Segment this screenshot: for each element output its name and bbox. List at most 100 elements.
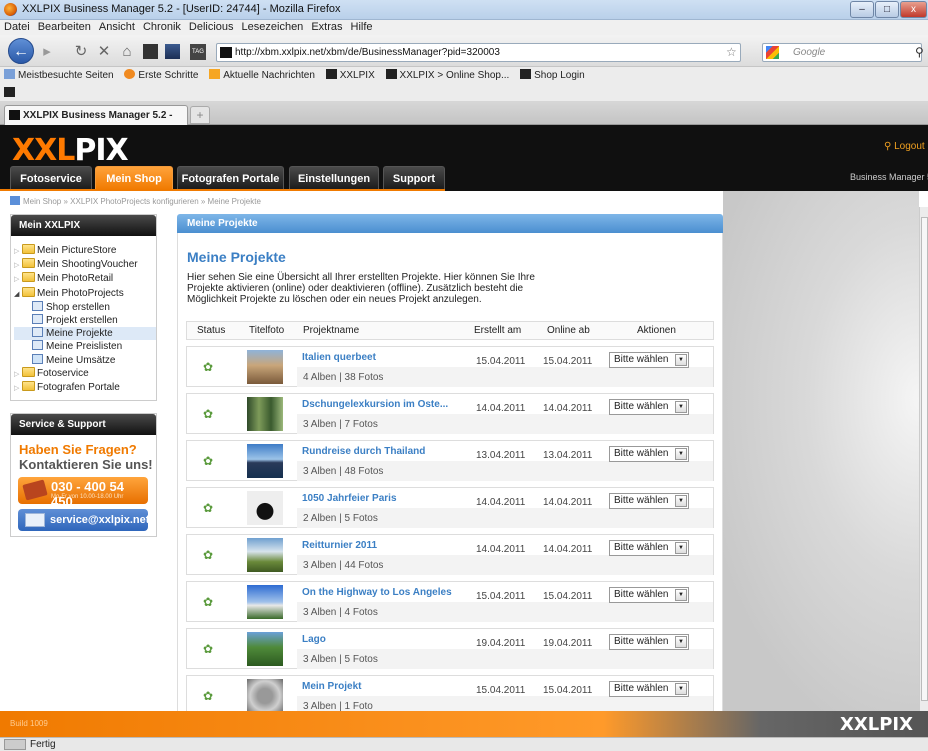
scrollbar[interactable] <box>919 207 928 711</box>
status-leaf-icon[interactable]: ✿ <box>203 455 217 467</box>
action-select[interactable]: Bitte wählen ▼ <box>609 681 689 697</box>
addon-icon[interactable] <box>4 87 15 97</box>
menu-ansicht[interactable]: Ansicht <box>95 20 139 33</box>
menu-delicious[interactable]: Delicious <box>185 20 238 33</box>
action-select[interactable]: Bitte wählen ▼ <box>609 587 689 603</box>
star-bookmark-icon[interactable]: ☆ <box>726 45 737 59</box>
tab-fotografen-portale[interactable]: Fotografen Portale <box>177 166 284 190</box>
chevron-down-icon[interactable]: ▼ <box>675 636 687 648</box>
project-name-link[interactable]: Reitturnier 2011 <box>302 540 462 551</box>
project-thumbnail[interactable] <box>247 397 283 431</box>
menu-chronik[interactable]: Chronik <box>139 20 185 33</box>
search-icon[interactable]: ⚲ <box>915 45 924 59</box>
project-thumbnail[interactable] <box>247 585 283 619</box>
status-leaf-icon[interactable]: ✿ <box>203 361 217 373</box>
chevron-down-icon[interactable]: ▼ <box>675 495 687 507</box>
bookmark-icon[interactable] <box>143 44 158 59</box>
bookmark-online-shop[interactable]: XXLPIX > Online Shop... <box>385 67 509 84</box>
sidebar-subitem-shop-erstellen[interactable]: Shop erstellen <box>14 300 156 314</box>
scrollbar-thumb[interactable] <box>921 217 928 701</box>
project-name-link[interactable]: On the Highway to Los Angeles <box>302 587 462 598</box>
close-window-button[interactable]: x <box>900 1 927 18</box>
bookmark-erste-schritte[interactable]: Erste Schritte <box>124 67 198 84</box>
url-bar[interactable]: http://xbm.xxlpix.net/xbm/de/BusinessMan… <box>216 43 741 62</box>
project-name-link[interactable]: 1050 Jahrfeier Paris <box>302 493 462 504</box>
sidebar-subitem-umsaetze[interactable]: Meine Umsätze <box>14 353 156 367</box>
status-menu-icon[interactable] <box>4 739 26 750</box>
reload-icon[interactable]: ↻ <box>72 44 90 59</box>
logout-link[interactable]: ⚲ Logout <box>884 141 925 152</box>
status-leaf-icon[interactable]: ✿ <box>203 596 217 608</box>
project-name-link[interactable]: Lago <box>302 634 462 645</box>
status-leaf-icon[interactable]: ✿ <box>203 502 217 514</box>
sidebar-item-shootingvoucher[interactable]: ▷ Mein ShootingVoucher <box>14 258 156 272</box>
bookmark-nachrichten[interactable]: Aktuelle Nachrichten <box>209 67 315 84</box>
maximize-button[interactable]: □ <box>875 1 899 18</box>
action-select[interactable]: Bitte wählen ▼ <box>609 352 689 368</box>
menu-hilfe[interactable]: Hilfe <box>347 20 377 33</box>
email-button[interactable]: service@xxlpix.net <box>18 509 149 531</box>
project-name-link[interactable]: Rundreise durch Thailand <box>302 446 462 457</box>
menu-extras[interactable]: Extras <box>307 20 346 33</box>
sidebar-subitem-projekt-erstellen[interactable]: Projekt erstellen <box>14 314 156 327</box>
bookmark-shop-login[interactable]: Shop Login <box>520 67 585 84</box>
expand-arrow-icon[interactable]: ▷ <box>14 382 22 395</box>
browser-tab[interactable]: XXLPIX Business Manager 5.2 - [User... <box>4 105 188 140</box>
tab-einstellungen[interactable]: Einstellungen <box>289 166 379 190</box>
chevron-down-icon[interactable]: ▼ <box>675 683 687 695</box>
collapse-arrow-icon[interactable]: ◢ <box>14 288 22 301</box>
chevron-down-icon[interactable]: ▼ <box>675 448 687 460</box>
project-thumbnail[interactable] <box>247 632 283 666</box>
status-leaf-icon[interactable]: ✿ <box>203 643 217 655</box>
action-select[interactable]: Bitte wählen ▼ <box>609 493 689 509</box>
status-leaf-icon[interactable]: ✿ <box>203 408 217 420</box>
project-name-link[interactable]: Dschungelexkursion im Oste... <box>302 399 462 410</box>
bookmark-meistbesuchte[interactable]: Meistbesuchte Seiten <box>4 67 114 84</box>
action-select[interactable]: Bitte wählen ▼ <box>609 446 689 462</box>
project-name-link[interactable]: Italien querbeet <box>302 352 462 363</box>
bookmark-xxlpix[interactable]: XXLPIX <box>325 67 375 84</box>
project-thumbnail[interactable] <box>247 538 283 572</box>
new-tab-button[interactable]: + <box>190 106 210 124</box>
back-button[interactable]: ← <box>8 38 34 64</box>
menu-lesezeichen[interactable]: Lesezeichen <box>238 20 308 33</box>
home-icon[interactable]: ⌂ <box>118 44 136 59</box>
project-thumbnail[interactable] <box>247 491 283 525</box>
chevron-down-icon[interactable]: ▼ <box>675 354 687 366</box>
minimize-button[interactable]: – <box>850 1 874 18</box>
tab-support[interactable]: Support <box>383 166 445 190</box>
breadcrumb-text[interactable]: Mein Shop » XXLPIX PhotoProjects konfigu… <box>23 197 261 206</box>
expand-arrow-icon[interactable]: ▷ <box>14 245 22 258</box>
sidebar-item-photoprojects[interactable]: ◢ Mein PhotoProjects <box>14 286 156 301</box>
action-select[interactable]: Bitte wählen ▼ <box>609 634 689 650</box>
chevron-down-icon[interactable]: ▼ <box>675 589 687 601</box>
tab-fotoservice[interactable]: Fotoservice <box>10 166 92 190</box>
action-select[interactable]: Bitte wählen ▼ <box>609 540 689 556</box>
expand-arrow-icon[interactable]: ▷ <box>14 259 22 272</box>
chevron-down-icon[interactable]: ▼ <box>675 401 687 413</box>
sidebar-subitem-preislisten[interactable]: Meine Preislisten <box>14 340 156 353</box>
project-thumbnail[interactable] <box>247 679 283 713</box>
chevron-down-icon[interactable]: ▼ <box>675 542 687 554</box>
tab-mein-shop[interactable]: Mein Shop <box>95 166 173 190</box>
phone-button[interactable]: 030 - 400 54 450 Mo-Fr von 10.00-18.00 U… <box>18 477 148 509</box>
project-thumbnail[interactable] <box>247 350 283 384</box>
project-name-link[interactable]: Mein Projekt <box>302 681 462 692</box>
expand-arrow-icon[interactable]: ▷ <box>14 368 22 381</box>
tag-icon[interactable]: TAG <box>190 44 206 60</box>
xxlpix-logo[interactable]: XXLPIX <box>12 133 129 168</box>
sidebar-item-picturestore[interactable]: ▷ Mein PictureStore <box>14 244 156 258</box>
forward-button[interactable]: ▸ <box>38 44 56 59</box>
menu-bearbeiten[interactable]: Bearbeiten <box>34 20 95 33</box>
status-leaf-icon[interactable]: ✿ <box>203 690 217 702</box>
expand-arrow-icon[interactable]: ▷ <box>14 273 22 286</box>
sidebar-item-photoretail[interactable]: ▷ Mein PhotoRetail <box>14 272 156 286</box>
sidebar-item-fotografen-portale[interactable]: ▷ Fotografen Portale <box>14 381 156 395</box>
sidebar-subitem-meine-projekte[interactable]: Meine Projekte <box>14 327 156 341</box>
sidebar-icon[interactable] <box>165 44 180 59</box>
action-select[interactable]: Bitte wählen ▼ <box>609 399 689 415</box>
menu-datei[interactable]: Datei <box>0 20 34 33</box>
search-input[interactable]: Google <box>762 43 922 62</box>
project-thumbnail[interactable] <box>247 444 283 478</box>
stop-icon[interactable]: ✕ <box>95 44 113 59</box>
